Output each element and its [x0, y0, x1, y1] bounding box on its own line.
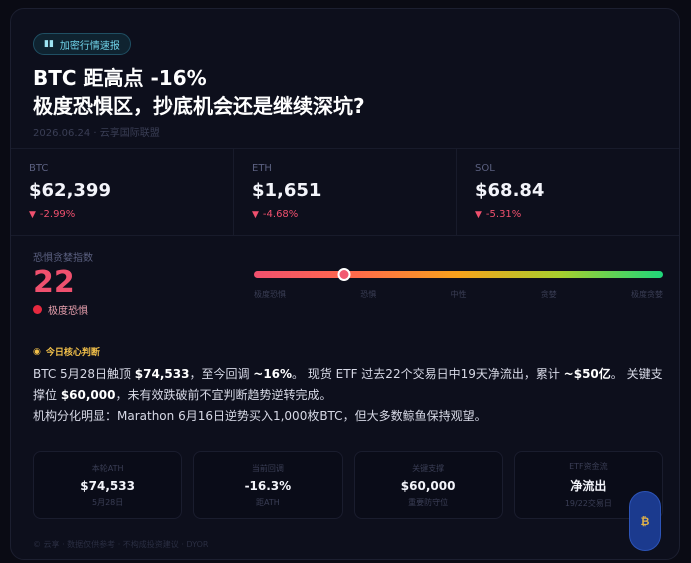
stat-value: -16.3% — [244, 478, 292, 493]
tag-label: 加密行情速报 — [59, 40, 120, 52]
stat-label: ETF资金流 — [569, 462, 608, 471]
highlight-outflow: ~$50亿 — [563, 367, 611, 381]
change-value: -5.31% — [485, 209, 522, 220]
judge-paragraph-2: 机构分化明显：Marathon 6月16日逆势买入1,000枚BTC，但大多数鲸… — [33, 409, 487, 423]
price-card-sol[interactable]: SOL $68.84 ▼ -5.31% — [457, 149, 679, 235]
fear-gauge: 极度恐惧 恐惧 中性 贪婪 极度贪婪 — [254, 268, 663, 311]
fear-status: 极度恐惧 — [33, 302, 243, 317]
gauge-labels: 极度恐惧 恐惧 中性 贪婪 极度贪婪 — [254, 289, 663, 300]
coin-name: ETH — [252, 163, 272, 174]
gauge-bar — [254, 271, 663, 278]
report-tag[interactable]: ▮▮ 加密行情速报 — [33, 33, 131, 55]
judge-paragraph-1: BTC 5月28日触顶 $74,533，至今回调 ~16%。 现货 ETF 过去… — [33, 364, 663, 406]
core-judgement: ◉ 今日核心判断 BTC 5月28日触顶 $74,533，至今回调 ~16%。 … — [33, 345, 663, 427]
stat-label: 本轮ATH — [91, 463, 124, 473]
chart-icon: ▮▮ — [44, 39, 54, 49]
change-value: -2.99% — [39, 209, 76, 220]
stat-value: $60,000 — [400, 478, 456, 493]
stat-value: $74,533 — [80, 478, 135, 493]
coin-change: ▼ -2.99% — [29, 209, 215, 220]
down-triangle-icon: ▼ — [475, 209, 482, 220]
text-span: ，未有效跌破前不宜判断趋势逆转完成。 — [115, 388, 332, 402]
page-title: BTC 距高点 -16% 极度恐惧区，抄底机会还是继续深坑? — [33, 64, 653, 120]
stat-card-drawdown[interactable]: 当前回调 -16.3% 距ATH — [193, 451, 343, 519]
highlight-support: $60,000 — [60, 388, 116, 402]
down-triangle-icon: ▼ — [252, 209, 259, 220]
text-span: ，至今回调 — [189, 367, 254, 381]
divider — [11, 235, 679, 236]
gauge-label-fear: 恐惧 — [360, 290, 377, 299]
change-value: -4.68% — [262, 209, 299, 220]
gauge-knob — [337, 268, 351, 281]
fear-greed-index: 恐惧贪婪指数 22 极度恐惧 — [33, 249, 243, 317]
judge-title-label: 今日核心判断 — [45, 348, 100, 358]
down-triangle-icon: ▼ — [29, 209, 36, 220]
stat-card-support[interactable]: 关键支撑 $60,000 重要防守位 — [353, 451, 503, 519]
coin-change: ▼ -5.31% — [475, 209, 661, 220]
bitcoin-icon: ₿ — [640, 514, 650, 528]
stat-value: 净流出 — [570, 479, 607, 493]
price-card-btc[interactable]: BTC $62,399 ▼ -2.99% — [11, 149, 234, 235]
title-line-1: BTC 距高点 -16% — [33, 66, 207, 90]
stat-label: 关键支撑 — [412, 463, 445, 473]
gauge-label-extreme-fear: 极度恐惧 — [254, 290, 286, 299]
coin-name: BTC — [29, 163, 49, 174]
text-span: BTC 5月28日触顶 — [33, 367, 135, 381]
stat-card-ath[interactable]: 本轮ATH $74,533 5月28日 — [33, 451, 183, 519]
stat-label: 当前回调 — [251, 463, 284, 473]
report-card: ▮▮ 加密行情速报 BTC 距高点 -16% 极度恐惧区，抄底机会还是继续深坑?… — [10, 8, 680, 560]
coin-change: ▼ -4.68% — [252, 209, 438, 220]
fear-status-label: 极度恐惧 — [48, 306, 88, 317]
coin-price: $68.84 — [475, 180, 545, 201]
footer-disclaimer: © 云享 · 数据仅供参考 · 不构成投资建议 · DYOR — [33, 540, 209, 549]
highlight-ath: $74,533 — [134, 367, 190, 381]
highlight-drawdown: ~16% — [253, 367, 293, 381]
price-row: BTC $62,399 ▼ -2.99% ETH $1,651 ▼ -4.68%… — [11, 149, 679, 235]
price-card-eth[interactable]: ETH $1,651 ▼ -4.68% — [234, 149, 457, 235]
gauge-label-neutral: 中性 — [450, 290, 467, 299]
judge-title: ◉ 今日核心判断 — [33, 345, 663, 359]
fear-label: 恐惧贪婪指数 — [33, 253, 93, 264]
coin-price: $1,651 — [252, 180, 322, 201]
header: ▮▮ 加密行情速报 BTC 距高点 -16% 极度恐惧区，抄底机会还是继续深坑?… — [33, 31, 653, 139]
brain-icon: ◉ — [33, 346, 41, 357]
red-dot-icon — [33, 305, 42, 314]
fear-value: 22 — [33, 265, 75, 300]
brand-logo: ₿ — [629, 491, 661, 551]
report-meta: 2026.06.24 · 云享国际联盟 — [33, 128, 160, 139]
stat-sub: 重要防守位 — [408, 497, 449, 507]
stat-sub: 19/22交易日 — [564, 499, 612, 508]
coin-price: $62,399 — [29, 180, 111, 201]
text-span: 。 现货 ETF 过去22个交易日中19天净流出，累计 — [292, 367, 564, 381]
gauge-label-extreme-greed: 极度贪婪 — [631, 290, 663, 299]
stat-sub: 5月28日 — [91, 497, 124, 507]
gauge-label-greed: 贪婪 — [540, 290, 557, 299]
title-line-2: 极度恐惧区，抄底机会还是继续深坑? — [33, 94, 365, 118]
coin-name: SOL — [475, 163, 495, 174]
stats-row: 本轮ATH $74,533 5月28日 当前回调 -16.3% 距ATH 关键支… — [33, 451, 663, 519]
stat-sub: 距ATH — [255, 497, 280, 507]
